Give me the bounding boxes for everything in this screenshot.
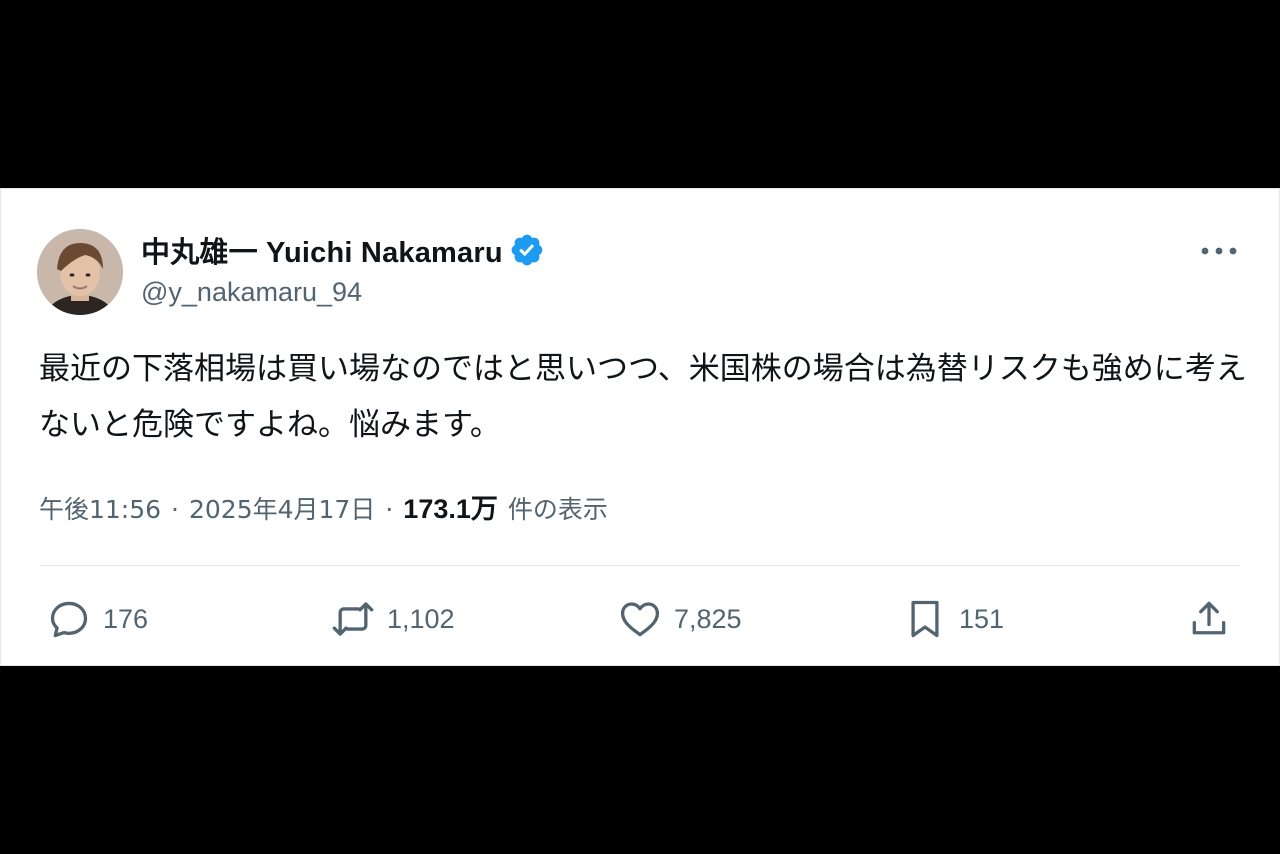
more-button[interactable] [1199,237,1239,265]
reply-icon [50,601,88,638]
like-button[interactable]: 7,825 [618,597,742,641]
avatar[interactable] [37,229,123,315]
author-display-name[interactable]: 中丸雄一 Yuichi Nakamaru [141,229,503,271]
bookmark-count: 151 [959,603,1005,634]
tweet-time[interactable]: 午後11:56 [39,490,161,526]
bookmark-button[interactable]: 151 [903,597,1004,641]
avatar-image [37,229,123,315]
retweet-button[interactable]: 1,102 [331,597,455,641]
tweet-text: 最近の下落相場は買い場なのではと思いつつ、米国株の場合は為替リスクも強めに考えな… [39,351,1247,443]
share-icon [1192,601,1226,635]
tweet-meta: 午後11:56 · 2025年4月17日 · 173.1万 件の表示 [39,487,608,526]
retweet-count: 1,102 [387,603,455,634]
tweet-card: 中丸雄一 Yuichi Nakamaru @y_nakamaru_94 最近の下… [0,188,1280,666]
views-label: 件の表示 [507,495,608,524]
views-count[interactable]: 173.1万 [403,487,498,526]
reply-button[interactable]: 176 [47,597,148,641]
bookmark-icon [911,600,939,638]
like-count: 7,825 [674,603,742,634]
more-horizontal-icon [1201,247,1237,255]
meta-separator: · [385,495,394,524]
author-name-row: 中丸雄一 Yuichi Nakamaru [141,232,545,269]
heart-icon [620,602,660,637]
tweet-date[interactable]: 2025年4月17日 [189,490,375,526]
author-handle[interactable]: @y_nakamaru_94 [141,277,362,308]
reply-count: 176 [103,603,149,634]
verified-badge-icon [509,232,545,268]
action-bar: 176 1,102 7,825 151 [1,589,1280,649]
divider [39,565,1241,566]
retweet-icon [332,602,374,636]
share-button[interactable] [1187,597,1231,641]
meta-separator: · [171,495,179,524]
